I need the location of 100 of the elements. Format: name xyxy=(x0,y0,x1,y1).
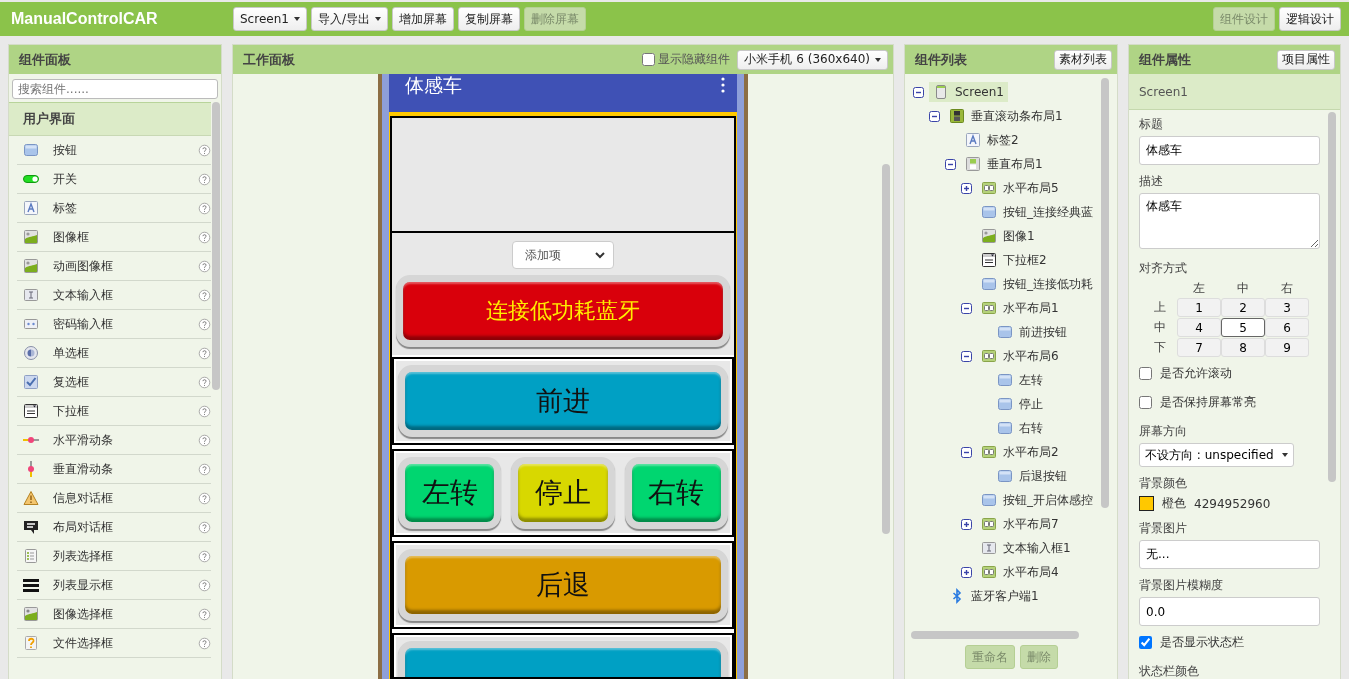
palette-item[interactable]: 水平滑动条 xyxy=(17,426,211,455)
dropdown[interactable]: 添加项 xyxy=(512,241,614,269)
toolbar-button[interactable]: 复制屏幕 xyxy=(457,7,520,31)
button-icon xyxy=(981,492,997,508)
scrollbar[interactable] xyxy=(911,631,1079,639)
palette-item[interactable]: 图像选择框 xyxy=(17,600,211,629)
app-button[interactable]: 前进 xyxy=(398,365,728,437)
palette-item[interactable]: 列表显示框 xyxy=(17,571,211,600)
palette-item[interactable]: 按钮 xyxy=(17,136,211,165)
tree-item[interactable]: 水平布局5 xyxy=(977,177,1063,199)
search-field[interactable]: 搜索组件...... xyxy=(12,79,218,99)
vertical-layout-icon xyxy=(965,156,981,172)
text-field[interactable]: 0.0 xyxy=(1139,597,1320,626)
palette-item[interactable]: 垂直滑动条 xyxy=(17,455,211,484)
palette-item[interactable]: 图像框 xyxy=(17,223,211,252)
palette-item[interactable]: 动画图像框 xyxy=(17,252,211,281)
palette-item[interactable]: 复选框 xyxy=(17,368,211,397)
tree-item[interactable]: 水平布局1 xyxy=(977,297,1063,319)
scrollbar[interactable] xyxy=(882,164,890,534)
palette-item[interactable]: 文本输入框 xyxy=(17,281,211,310)
checkbox[interactable] xyxy=(1139,367,1152,380)
tree-item[interactable]: 右转 xyxy=(993,417,1047,439)
tree-item[interactable]: 停止 xyxy=(993,393,1047,415)
app-button[interactable]: 左转 xyxy=(398,457,502,529)
collapse-icon[interactable] xyxy=(961,446,972,458)
tree-item[interactable]: 垂直布局1 xyxy=(961,153,1047,175)
checkbox[interactable] xyxy=(642,53,656,66)
help-icon xyxy=(198,143,211,157)
text-area[interactable]: 体感车 xyxy=(1139,193,1320,249)
tree-item[interactable]: 标签2 xyxy=(961,129,1023,151)
app-button[interactable]: 连接低功耗蓝牙 xyxy=(396,275,730,347)
palette-item[interactable]: 信息对话框 xyxy=(17,484,211,513)
alignment-option[interactable]: 1 xyxy=(1177,298,1221,317)
tree-item[interactable]: 左转 xyxy=(993,369,1047,391)
text-field[interactable]: 体感车 xyxy=(1139,136,1320,165)
tree-item[interactable]: 水平布局4 xyxy=(977,561,1063,583)
tree-item[interactable]: 后退按钮 xyxy=(993,465,1071,487)
palette-item[interactable]: 布局对话框 xyxy=(17,513,211,542)
scrollbar[interactable] xyxy=(1328,112,1336,482)
device-dropdown[interactable]: 小米手机 6 (360x640) xyxy=(737,49,888,70)
property-label: 描述 xyxy=(1139,173,1164,190)
help-icon xyxy=(198,491,211,505)
palette-item[interactable]: 列表选择框 xyxy=(17,542,211,571)
collapse-icon[interactable] xyxy=(961,350,972,362)
tree-item[interactable]: 下拉框2 xyxy=(977,249,1051,271)
collapse-icon[interactable] xyxy=(929,110,940,122)
alignment-option[interactable]: 6 xyxy=(1265,318,1309,337)
app-button[interactable]: 右转 xyxy=(624,457,728,529)
toolbar-button[interactable]: 导入/导出 xyxy=(310,7,388,31)
alignment-option[interactable]: 5 xyxy=(1221,318,1265,337)
checkbox[interactable] xyxy=(1139,396,1152,409)
tree-item[interactable]: 图像1 xyxy=(977,225,1039,247)
scrollbar[interactable] xyxy=(1101,78,1109,508)
alignment-option[interactable]: 4 xyxy=(1177,318,1221,337)
column-label: 中 xyxy=(1236,280,1250,297)
caret-icon xyxy=(1281,453,1288,457)
alignment-option[interactable]: 2 xyxy=(1221,298,1265,317)
alignment-option[interactable]: 7 xyxy=(1177,338,1221,357)
app-button[interactable]: 停止 xyxy=(511,457,615,529)
media-button[interactable]: 素材列表 xyxy=(1054,49,1112,70)
collapse-icon[interactable] xyxy=(961,302,972,314)
collapse-icon[interactable] xyxy=(913,86,924,98)
tree-item[interactable]: 按钮_开启体感控 xyxy=(977,489,1097,511)
toolbar-button[interactable]: 增加屏幕 xyxy=(391,7,454,31)
palette-item[interactable]: 密码输入框 xyxy=(17,310,211,339)
tree-item[interactable]: 垂直滚动条布局1 xyxy=(945,105,1067,127)
alignment-option[interactable]: 9 xyxy=(1265,338,1309,357)
alignment-option[interactable]: 8 xyxy=(1221,338,1265,357)
tree-item[interactable]: 按钮_连接经典蓝 xyxy=(977,201,1097,223)
palette-item[interactable]: 开关 xyxy=(17,165,211,194)
project-properties-button[interactable]: 项目属性 xyxy=(1277,49,1335,70)
tree-item[interactable]: 蓝牙客户端1 xyxy=(945,585,1043,607)
palette-item[interactable]: 单选框 xyxy=(17,339,211,368)
alignment-option[interactable]: 3 xyxy=(1265,298,1309,317)
tree-item[interactable]: Screen1 xyxy=(929,82,1008,102)
tree-item[interactable]: 文本输入框1 xyxy=(977,537,1075,559)
tree-item[interactable]: 按钮_连接低功耗 xyxy=(977,273,1097,295)
palette-item[interactable]: 下拉框 xyxy=(17,397,211,426)
scrollbar[interactable] xyxy=(212,102,220,390)
tree-item[interactable]: 水平布局6 xyxy=(977,345,1063,367)
expand-icon[interactable] xyxy=(961,566,972,578)
expand-icon[interactable] xyxy=(961,518,972,530)
toolbar-button[interactable]: Screen1 xyxy=(233,7,307,31)
text-cursor-icon xyxy=(981,540,997,556)
tree-item[interactable]: 前进按钮 xyxy=(993,321,1071,343)
palette-item[interactable]: 文件选择框 xyxy=(17,629,211,658)
category-header[interactable]: 用户界面 xyxy=(9,102,211,136)
tree-item[interactable]: 水平布局7 xyxy=(977,513,1063,535)
color-swatch[interactable] xyxy=(1139,496,1154,511)
dropdown[interactable]: 不设方向 : unspecified xyxy=(1139,443,1294,467)
help-icon xyxy=(198,607,211,621)
collapse-icon[interactable] xyxy=(945,158,956,170)
text-cursor-icon xyxy=(23,287,39,303)
palette-item[interactable]: 标签 xyxy=(17,194,211,223)
expand-icon[interactable] xyxy=(961,182,972,194)
text-field[interactable]: 无... xyxy=(1139,540,1320,569)
app-button[interactable]: 后退 xyxy=(398,549,728,621)
checkbox[interactable] xyxy=(1139,636,1152,649)
mode-tab[interactable]: 逻辑设计 xyxy=(1279,7,1341,31)
tree-item[interactable]: 水平布局2 xyxy=(977,441,1063,463)
